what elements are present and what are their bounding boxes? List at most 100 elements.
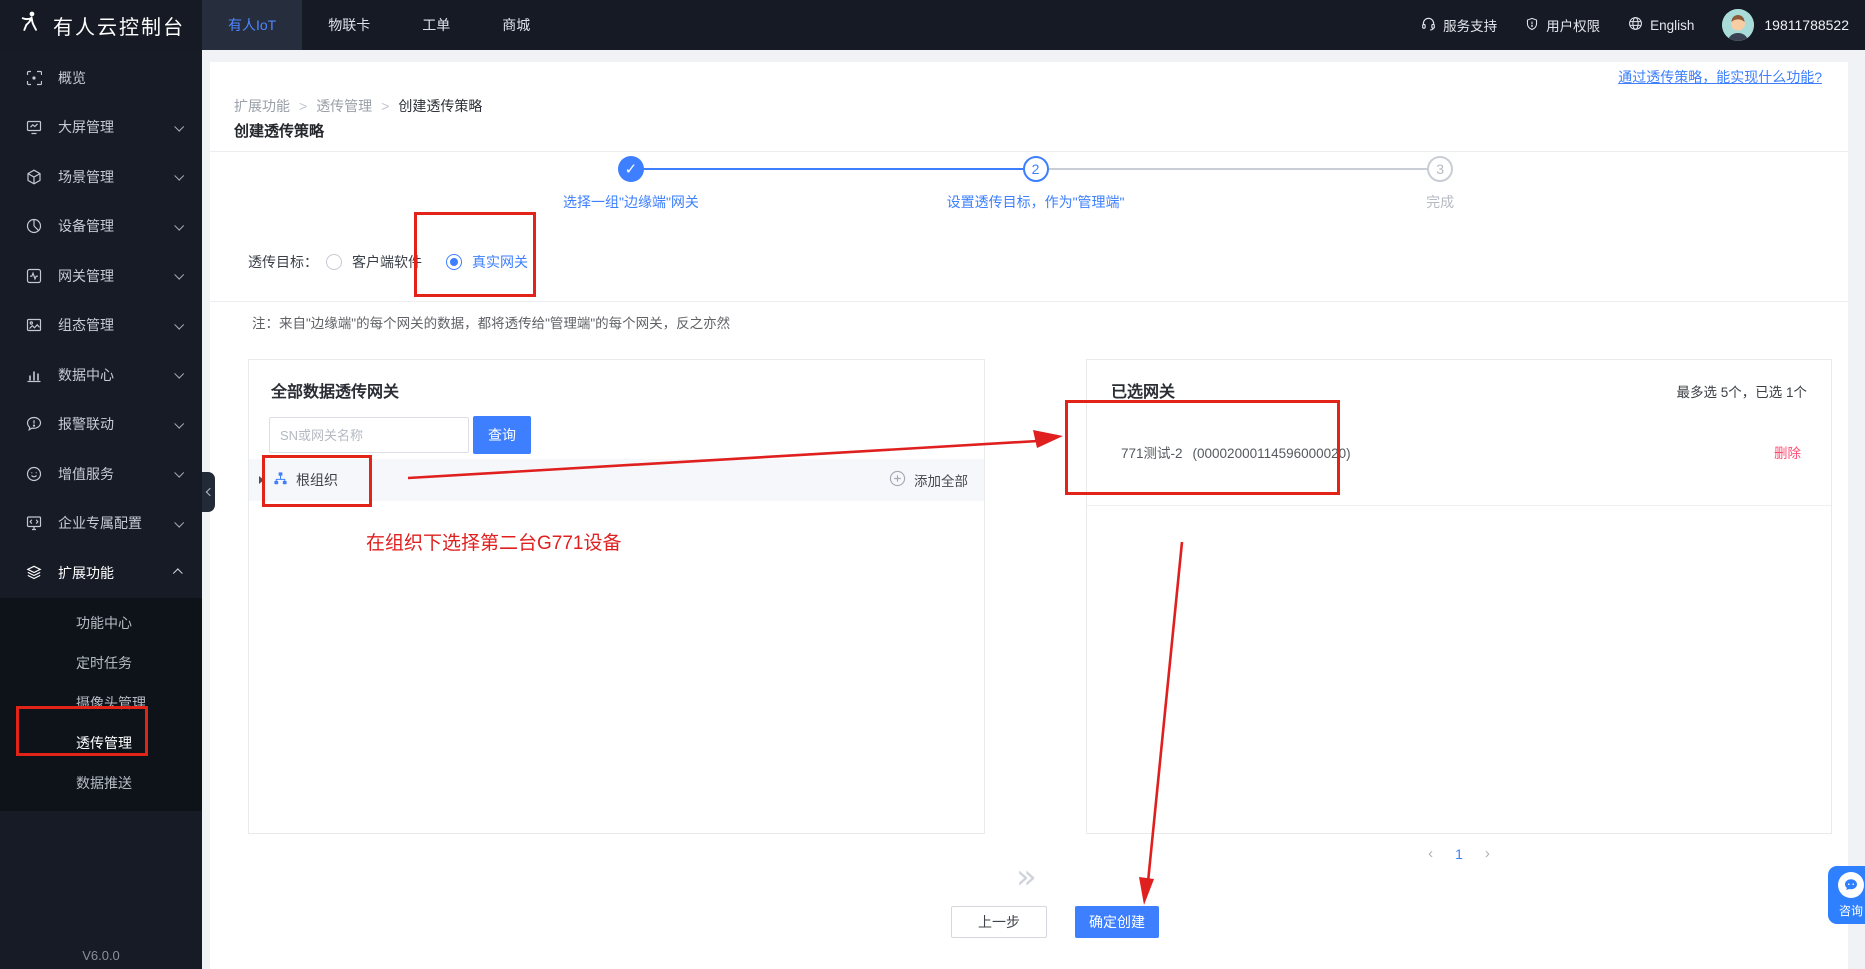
gateway-sn: (00002000114596000020) [1192, 446, 1351, 461]
delete-link[interactable]: 删除 [1774, 442, 1801, 462]
tab-mall[interactable]: 商城 [476, 0, 556, 50]
sidebar-item-value-added[interactable]: 增值服务 [0, 449, 202, 499]
radio-client-software-label: 客户端软件 [352, 254, 422, 270]
all-gateways-title: 全部数据透传网关 [271, 384, 400, 401]
user-permission-label: 用户权限 [1546, 19, 1601, 34]
step3-circle: 3 [1427, 156, 1454, 182]
search-input[interactable] [269, 417, 469, 453]
tab-work-order[interactable]: 工单 [396, 0, 476, 50]
breadcrumb-extensions[interactable]: 扩展功能 [234, 96, 290, 116]
user-permission-link[interactable]: 用户权限 [1525, 15, 1600, 35]
breadcrumb: 扩展功能 > 透传管理 > 创建透传策略 [234, 96, 482, 116]
prev-page-icon[interactable]: ‹ [1428, 845, 1433, 862]
stepper: ✓ 2 3 选择一组"边缘端"网关 设置透传目标，作为"管理端" 完成 [210, 151, 1848, 221]
alarm-icon [26, 416, 42, 432]
sidebar-item-alarm-linkage[interactable]: 报警联动 [0, 400, 202, 450]
dashboard-icon [26, 70, 43, 86]
sidebar: 概览 大屏管理 场景管理 设备管理 网关管理 组态管理 数据中心 报警联动 增值… [0, 50, 202, 969]
check-icon: ✓ [624, 161, 638, 178]
extensions-submenu: 功能中心 定时任务 摄像头管理 透传管理 数据推送 [0, 597, 202, 811]
consult-floating-button[interactable]: 咨询 [1828, 866, 1865, 924]
step2-label: 设置透传目标，作为"管理端" [946, 194, 1125, 210]
target-row: 透传目标： 客户端软件 真实网关 [248, 250, 552, 274]
search-button[interactable]: 查询 [473, 416, 531, 454]
selected-gateway-name: 771测试-2 (00002000114596000020) [1121, 442, 1351, 462]
consult-label: 咨询 [1838, 903, 1863, 918]
breadcrumb-passthrough[interactable]: 透传管理 [316, 96, 372, 116]
sidebar-item-gateway-mgmt[interactable]: 网关管理 [0, 251, 202, 301]
sidebar-item-screen-mgmt[interactable]: 大屏管理 [0, 103, 202, 153]
selection-limit-text: 最多选 5个，已选 1个 [1676, 385, 1807, 400]
page-number[interactable]: 1 [1455, 846, 1463, 862]
radio-checked-icon[interactable] [446, 254, 462, 270]
sidebar-item-enterprise-config[interactable]: 企业专属配置 [0, 499, 202, 549]
sidebar-item-data-center[interactable]: 数据中心 [0, 350, 202, 400]
step2-circle: 2 [1022, 156, 1049, 182]
sidebar-item-overview[interactable]: 概览 [0, 53, 202, 103]
monitor-code-icon [26, 515, 42, 531]
step1-circle: ✓ [617, 156, 644, 182]
circle-plus-icon [889, 470, 906, 490]
org-tree-row[interactable]: 根组织 添加全部 [249, 459, 984, 501]
help-link[interactable]: 通过透传策略，能实现什么功能? [1618, 67, 1822, 87]
usr-logo-icon [16, 9, 43, 41]
confirm-create-button[interactable]: 确定创建 [1075, 906, 1159, 938]
service-support-label: 服务支持 [1443, 19, 1498, 34]
sidebar-collapse-handle[interactable] [202, 472, 215, 512]
smiley-icon [26, 466, 42, 482]
sidebar-menu: 概览 大屏管理 场景管理 设备管理 网关管理 组态管理 数据中心 报警联动 增值… [0, 50, 202, 811]
chevron-down-icon [174, 270, 185, 280]
add-all-button[interactable]: 添加全部 [889, 470, 968, 490]
main-card: 通过透传策略，能实现什么功能? 扩展功能 > 透传管理 > 创建透传策略 创建透… [210, 62, 1848, 969]
radio-unchecked-icon[interactable] [326, 254, 342, 270]
org-tree-icon [273, 471, 288, 489]
sidebar-subitem-scheduled-tasks[interactable]: 定时任务 [0, 643, 202, 683]
sidebar-subitem-function-center[interactable]: 功能中心 [0, 603, 202, 643]
tab-iot-card[interactable]: 物联卡 [302, 0, 396, 50]
tab-usr-iot[interactable]: 有人IoT [202, 0, 303, 50]
chevron-down-icon [174, 220, 185, 231]
app-root: 有人云控制台 有人IoT 物联卡 工单 商城 服务支持 用户权限 English [0, 0, 1865, 969]
step1-label: 选择一组"边缘端"网关 [562, 194, 699, 210]
image-icon [26, 317, 42, 333]
previous-step-button[interactable]: 上一步 [951, 906, 1047, 938]
note-text: 注：来自"边缘端"的每个网关的数据，都将透传给"管理端"的每个网关，反之亦然 [252, 316, 731, 331]
gateway-name: 771测试-2 [1121, 446, 1183, 461]
gateway-icon [26, 268, 42, 284]
tree-caret-icon[interactable] [259, 476, 264, 484]
footer-buttons: 上一步 确定创建 [210, 906, 1848, 938]
transfer-panels: 全部数据透传网关 查询 根组织 添加全部 [210, 359, 1848, 897]
root-org-node[interactable]: 根组织 [273, 470, 338, 490]
pagination: ‹ 1 › [1086, 845, 1832, 862]
avatar[interactable] [1722, 9, 1755, 41]
radio-real-gateway[interactable]: 真实网关 [446, 252, 528, 272]
chevron-down-icon [174, 369, 185, 379]
top-tabs: 有人IoT 物联卡 工单 商城 [202, 0, 556, 50]
account-phone[interactable]: 19811788522 [1764, 17, 1849, 33]
sidebar-subitem-data-push[interactable]: 数据推送 [0, 763, 202, 803]
topbar-right: 服务支持 用户权限 English 19811788522 [1421, 9, 1865, 41]
step-connector-done [630, 168, 1036, 170]
brand: 有人云控制台 [0, 9, 202, 41]
divider [210, 301, 1848, 302]
sidebar-item-scene-mgmt[interactable]: 场景管理 [0, 152, 202, 202]
breadcrumb-separator: > [381, 98, 390, 114]
chevron-down-icon [174, 121, 185, 132]
version-label: V6.0.0 [82, 948, 120, 963]
chevron-down-icon [174, 171, 185, 181]
globe-icon [1628, 16, 1643, 34]
sidebar-subitem-camera-mgmt[interactable]: 摄像头管理 [0, 683, 202, 723]
sidebar-item-device-mgmt[interactable]: 设备管理 [0, 202, 202, 252]
sidebar-item-scada-mgmt[interactable]: 组态管理 [0, 301, 202, 351]
service-support-link[interactable]: 服务支持 [1421, 15, 1497, 35]
breadcrumb-current: 创建透传策略 [398, 98, 483, 114]
target-label: 透传目标： [248, 254, 318, 270]
sidebar-subitem-passthrough-mgmt[interactable]: 透传管理 [0, 723, 202, 763]
step3-label: 完成 [1426, 194, 1455, 210]
radio-client-software[interactable]: 客户端软件 [326, 252, 422, 272]
next-page-icon[interactable]: › [1485, 845, 1490, 862]
chevron-down-icon [174, 319, 185, 330]
red-annotation-text: 在组织下选择第二台G771设备 [366, 533, 622, 554]
language-switch[interactable]: English [1628, 16, 1694, 34]
sidebar-item-extensions[interactable]: 扩展功能 [0, 548, 202, 598]
